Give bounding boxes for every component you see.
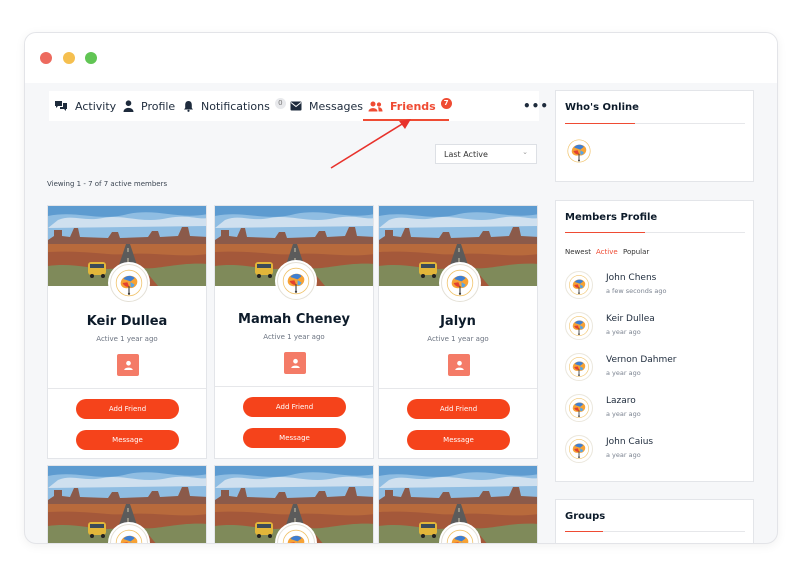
online-member-avatar[interactable] bbox=[565, 137, 593, 165]
card-divider bbox=[215, 386, 373, 387]
member-card: Keir Dullea Active 1 year ago Add Friend… bbox=[47, 205, 207, 459]
filter-active[interactable]: Active bbox=[596, 248, 618, 256]
profile-icon bbox=[123, 100, 134, 112]
notifications-count-badge: 0 bbox=[274, 97, 286, 109]
members-count-text: Viewing 1 - 7 of 7 active members bbox=[47, 180, 168, 188]
maximize-window-button[interactable] bbox=[85, 52, 97, 64]
tab-messages-label: Messages bbox=[309, 99, 363, 113]
member-avatar[interactable] bbox=[277, 524, 315, 543]
member-name[interactable]: Keir Dullea bbox=[48, 314, 206, 329]
list-item[interactable]: Keir Dullea a year ago bbox=[565, 312, 745, 342]
close-window-button[interactable] bbox=[40, 52, 52, 64]
tab-friends-label: Friends bbox=[390, 99, 436, 113]
list-item[interactable]: Lazaro a year ago bbox=[565, 394, 745, 424]
title-bar bbox=[25, 33, 777, 83]
member-avatar[interactable] bbox=[441, 524, 479, 543]
member-last-active: Active 1 year ago bbox=[96, 335, 158, 343]
member-name[interactable]: Keir Dullea bbox=[606, 314, 655, 324]
member-avatar[interactable] bbox=[277, 262, 315, 300]
message-button[interactable]: Message bbox=[76, 430, 179, 450]
member-last-active: Active 1 year ago bbox=[263, 333, 325, 341]
widget-title-rule bbox=[565, 123, 745, 124]
friends-icon bbox=[368, 101, 383, 111]
tab-notifications[interactable]: Notifications 0 bbox=[183, 91, 286, 121]
view-profile-button[interactable] bbox=[117, 354, 139, 376]
list-item[interactable]: John Chens a few seconds ago bbox=[565, 271, 745, 301]
filter-newest[interactable]: Newest bbox=[565, 248, 591, 256]
groups-title: Groups bbox=[565, 511, 606, 522]
add-friend-button[interactable]: Add Friend bbox=[243, 397, 346, 417]
member-card bbox=[378, 465, 538, 543]
widget-title-rule bbox=[565, 531, 745, 532]
member-avatar[interactable] bbox=[565, 312, 593, 340]
member-card: Mamah Cheney Active 1 year ago Add Frien… bbox=[214, 205, 374, 459]
filter-popular[interactable]: Popular bbox=[623, 248, 649, 256]
tab-activity[interactable]: Activity bbox=[54, 91, 116, 121]
message-button[interactable]: Message bbox=[243, 428, 346, 448]
profile-nav-tabs: Activity Profile Notifications 0 Message… bbox=[49, 91, 548, 121]
member-last-active: Active 1 year ago bbox=[427, 335, 489, 343]
member-name[interactable]: Lazaro bbox=[606, 396, 636, 406]
tab-notifications-label: Notifications bbox=[201, 99, 270, 113]
add-friend-button[interactable]: Add Friend bbox=[407, 399, 510, 419]
tab-activity-label: Activity bbox=[75, 99, 117, 113]
friends-count-badge: 7 bbox=[440, 97, 452, 109]
view-profile-button[interactable] bbox=[284, 352, 306, 374]
member-card bbox=[214, 465, 374, 543]
member-name[interactable]: John Chens bbox=[606, 273, 656, 283]
list-item[interactable]: John Caius a year ago bbox=[565, 435, 745, 465]
envelope-icon bbox=[290, 101, 302, 111]
member-avatar[interactable] bbox=[565, 353, 593, 381]
member-avatar[interactable] bbox=[110, 264, 148, 302]
add-friend-button[interactable]: Add Friend bbox=[76, 399, 179, 419]
widget-title-rule bbox=[565, 232, 745, 233]
person-icon bbox=[289, 357, 302, 370]
member-name[interactable]: Jalyn bbox=[379, 314, 537, 329]
card-divider bbox=[379, 388, 537, 389]
member-last-active: a year ago bbox=[606, 410, 641, 418]
person-icon bbox=[122, 359, 135, 372]
member-name[interactable]: Vernon Dahmer bbox=[606, 355, 676, 365]
member-name[interactable]: Mamah Cheney bbox=[215, 312, 373, 327]
chevron-down-icon: ⌄ bbox=[522, 148, 528, 156]
members-profile-title: Members Profile bbox=[565, 212, 658, 223]
tab-profile[interactable]: Profile bbox=[123, 91, 175, 121]
tab-profile-label: Profile bbox=[141, 99, 176, 113]
view-profile-button[interactable] bbox=[448, 354, 470, 376]
bell-icon bbox=[184, 101, 193, 112]
whos-online-widget: Who's Online bbox=[555, 90, 754, 182]
sort-dropdown[interactable]: Last Active ⌄ bbox=[435, 144, 537, 164]
member-avatar[interactable] bbox=[565, 435, 593, 463]
annotation-arrow-icon bbox=[330, 119, 411, 169]
members-profile-widget: Members Profile Newest Active Popular Jo… bbox=[555, 200, 754, 482]
whos-online-title: Who's Online bbox=[565, 102, 639, 113]
member-last-active: a few seconds ago bbox=[606, 287, 667, 295]
sort-selected-value: Last Active bbox=[444, 149, 488, 159]
member-last-active: a year ago bbox=[606, 369, 641, 377]
list-item[interactable]: Vernon Dahmer a year ago bbox=[565, 353, 745, 383]
member-card: Jalyn Active 1 year ago Add Friend Messa… bbox=[378, 205, 538, 459]
groups-widget: Groups bbox=[555, 499, 754, 543]
member-avatar[interactable] bbox=[565, 394, 593, 422]
person-icon bbox=[453, 359, 466, 372]
minimize-window-button[interactable] bbox=[63, 52, 75, 64]
more-options-button[interactable]: ••• bbox=[523, 99, 549, 113]
card-divider bbox=[48, 388, 206, 389]
member-avatar[interactable] bbox=[110, 524, 148, 543]
member-card bbox=[47, 465, 207, 543]
browser-window: Activity Profile Notifications 0 Message… bbox=[24, 32, 778, 544]
member-avatar[interactable] bbox=[565, 271, 593, 299]
member-name[interactable]: John Caius bbox=[606, 437, 653, 447]
member-last-active: a year ago bbox=[606, 451, 641, 459]
message-button[interactable]: Message bbox=[407, 430, 510, 450]
activity-icon bbox=[55, 101, 67, 111]
member-last-active: a year ago bbox=[606, 328, 641, 336]
member-avatar[interactable] bbox=[441, 264, 479, 302]
